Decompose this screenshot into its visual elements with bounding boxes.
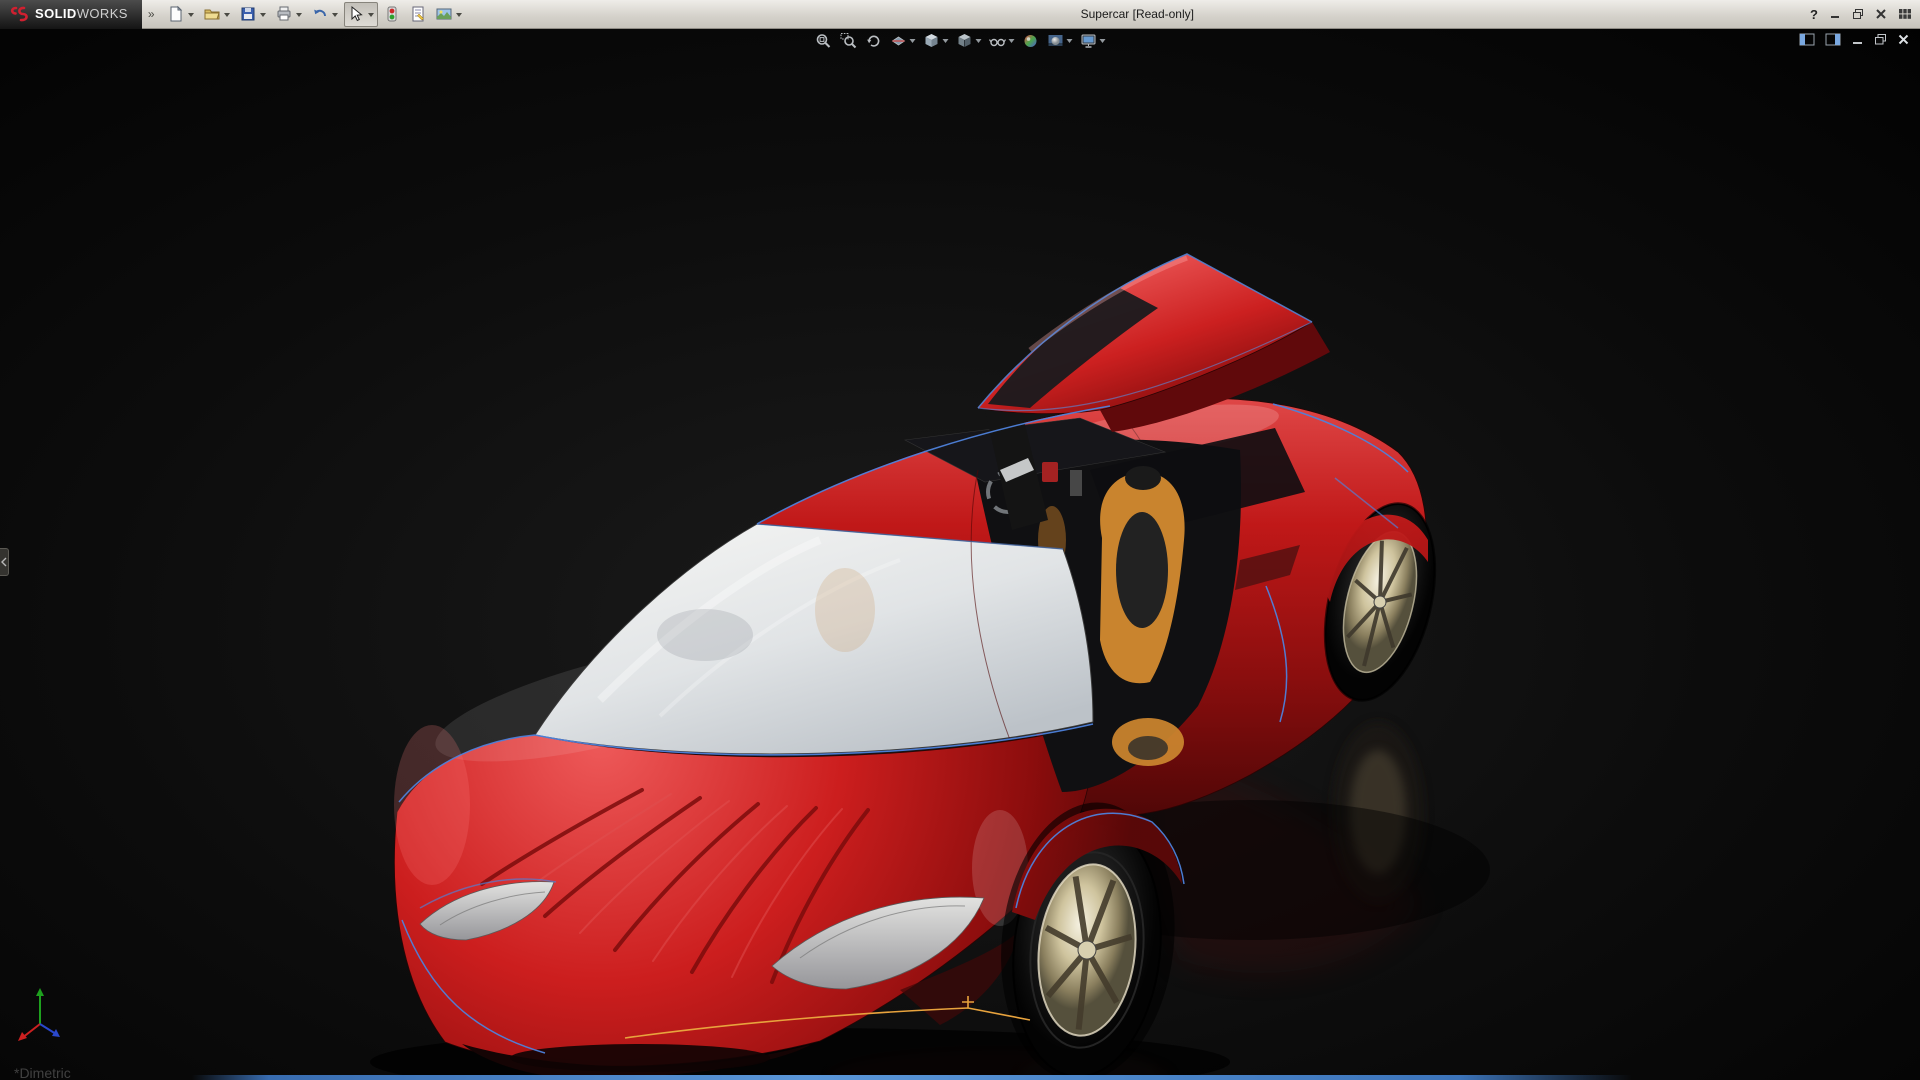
new-document-icon <box>167 5 185 23</box>
display-style-button[interactable] <box>954 31 984 51</box>
pane-left-button[interactable] <box>1799 33 1815 46</box>
zoom-to-area-icon <box>840 32 858 50</box>
dropdown-arrow[interactable] <box>188 13 194 17</box>
graphics-area[interactable] <box>0 0 1920 1080</box>
brand-works: WORKS <box>77 6 128 21</box>
hide-show-items-button[interactable] <box>987 31 1017 51</box>
edit-appearance-icon <box>1022 32 1040 50</box>
doc-restore-button[interactable] <box>1874 33 1887 46</box>
doc-restore-icon <box>1874 33 1887 46</box>
file-properties-icon <box>409 5 427 23</box>
rebuild-traffic-icon <box>383 5 401 23</box>
doc-close-icon <box>1897 33 1910 46</box>
dropdown-arrow[interactable] <box>224 13 230 17</box>
zoom-to-area-button[interactable] <box>838 31 860 51</box>
dropdown-arrow[interactable] <box>910 39 916 43</box>
restore-icon <box>1852 8 1864 20</box>
solidworks-logo: SOLIDWORKS <box>0 0 142 29</box>
maximize-button[interactable] <box>1852 8 1864 20</box>
view-settings-button[interactable] <box>1078 31 1108 51</box>
titlebar-right-controls: ? <box>1806 7 1920 22</box>
save-icon <box>239 5 257 23</box>
options-scene-icon <box>435 5 453 23</box>
apply-scene-icon <box>1047 32 1065 50</box>
view-orientation-button[interactable] <box>921 31 951 51</box>
close-button[interactable] <box>1875 8 1887 20</box>
rebuild-button[interactable] <box>380 2 404 27</box>
select-cursor-icon <box>347 5 365 23</box>
title-toolbar-bar: SOLIDWORKS » <box>0 0 1920 29</box>
open-button[interactable] <box>200 2 234 27</box>
dropdown-arrow[interactable] <box>1067 39 1073 43</box>
collapse-arrow-icon <box>1 557 7 567</box>
grid-button[interactable] <box>1898 8 1912 20</box>
pane-right-icon <box>1825 33 1841 46</box>
doc-minimize-icon <box>1851 33 1864 46</box>
pane-left-icon <box>1799 33 1815 46</box>
undo-button[interactable] <box>308 2 342 27</box>
previous-view-button[interactable] <box>863 31 885 51</box>
view-orientation-cube-icon <box>923 32 941 50</box>
dropdown-arrow[interactable] <box>1009 39 1015 43</box>
open-folder-icon <box>203 5 221 23</box>
taskbar-edge[interactable] <box>0 1075 1920 1080</box>
previous-view-icon <box>865 32 883 50</box>
viewport-scene[interactable] <box>0 0 1920 1080</box>
dropdown-arrow[interactable] <box>332 13 338 17</box>
print-button[interactable] <box>272 2 306 27</box>
close-icon <box>1875 8 1887 20</box>
undo-icon <box>311 5 329 23</box>
menu-expand-chevron[interactable]: » <box>142 7 161 21</box>
standard-toolbar <box>161 0 469 28</box>
zoom-to-fit-icon <box>815 32 833 50</box>
pane-right-button[interactable] <box>1825 33 1841 46</box>
new-document-button[interactable] <box>164 2 198 27</box>
hide-show-glasses-icon <box>989 32 1007 50</box>
save-button[interactable] <box>236 2 270 27</box>
doc-close-button[interactable] <box>1897 33 1910 46</box>
section-view-button[interactable] <box>888 31 918 51</box>
dropdown-arrow[interactable] <box>1100 39 1106 43</box>
minimize-icon <box>1829 8 1841 20</box>
dropdown-arrow[interactable] <box>368 13 374 17</box>
doc-minimize-button[interactable] <box>1851 33 1864 46</box>
featuremanager-collapse-handle[interactable] <box>0 548 9 576</box>
file-properties-button[interactable] <box>406 2 430 27</box>
display-style-icon <box>956 32 974 50</box>
edit-appearance-button[interactable] <box>1020 31 1042 51</box>
print-icon <box>275 5 293 23</box>
solidworks-logo-icon <box>8 5 30 23</box>
dropdown-arrow[interactable] <box>943 39 949 43</box>
dropdown-arrow[interactable] <box>296 13 302 17</box>
document-window-controls <box>1799 33 1910 46</box>
brand-solid: SOLID <box>35 6 77 21</box>
solidworks-window: SOLIDWORKS » <box>0 0 1920 1080</box>
reference-triad <box>14 982 78 1046</box>
minimize-button[interactable] <box>1829 8 1841 20</box>
dropdown-arrow[interactable] <box>456 13 462 17</box>
section-view-icon <box>890 32 908 50</box>
grid-icon <box>1898 8 1912 20</box>
apply-scene-button[interactable] <box>1045 31 1075 51</box>
window-title: Supercar [Read-only] <box>469 7 1807 21</box>
dropdown-arrow[interactable] <box>976 39 982 43</box>
heads-up-view-toolbar <box>813 31 1108 51</box>
options-button[interactable] <box>432 2 466 27</box>
dropdown-arrow[interactable] <box>260 13 266 17</box>
zoom-to-fit-button[interactable] <box>813 31 835 51</box>
select-button[interactable] <box>344 2 378 27</box>
help-button[interactable]: ? <box>1810 7 1818 22</box>
view-settings-icon <box>1080 32 1098 50</box>
